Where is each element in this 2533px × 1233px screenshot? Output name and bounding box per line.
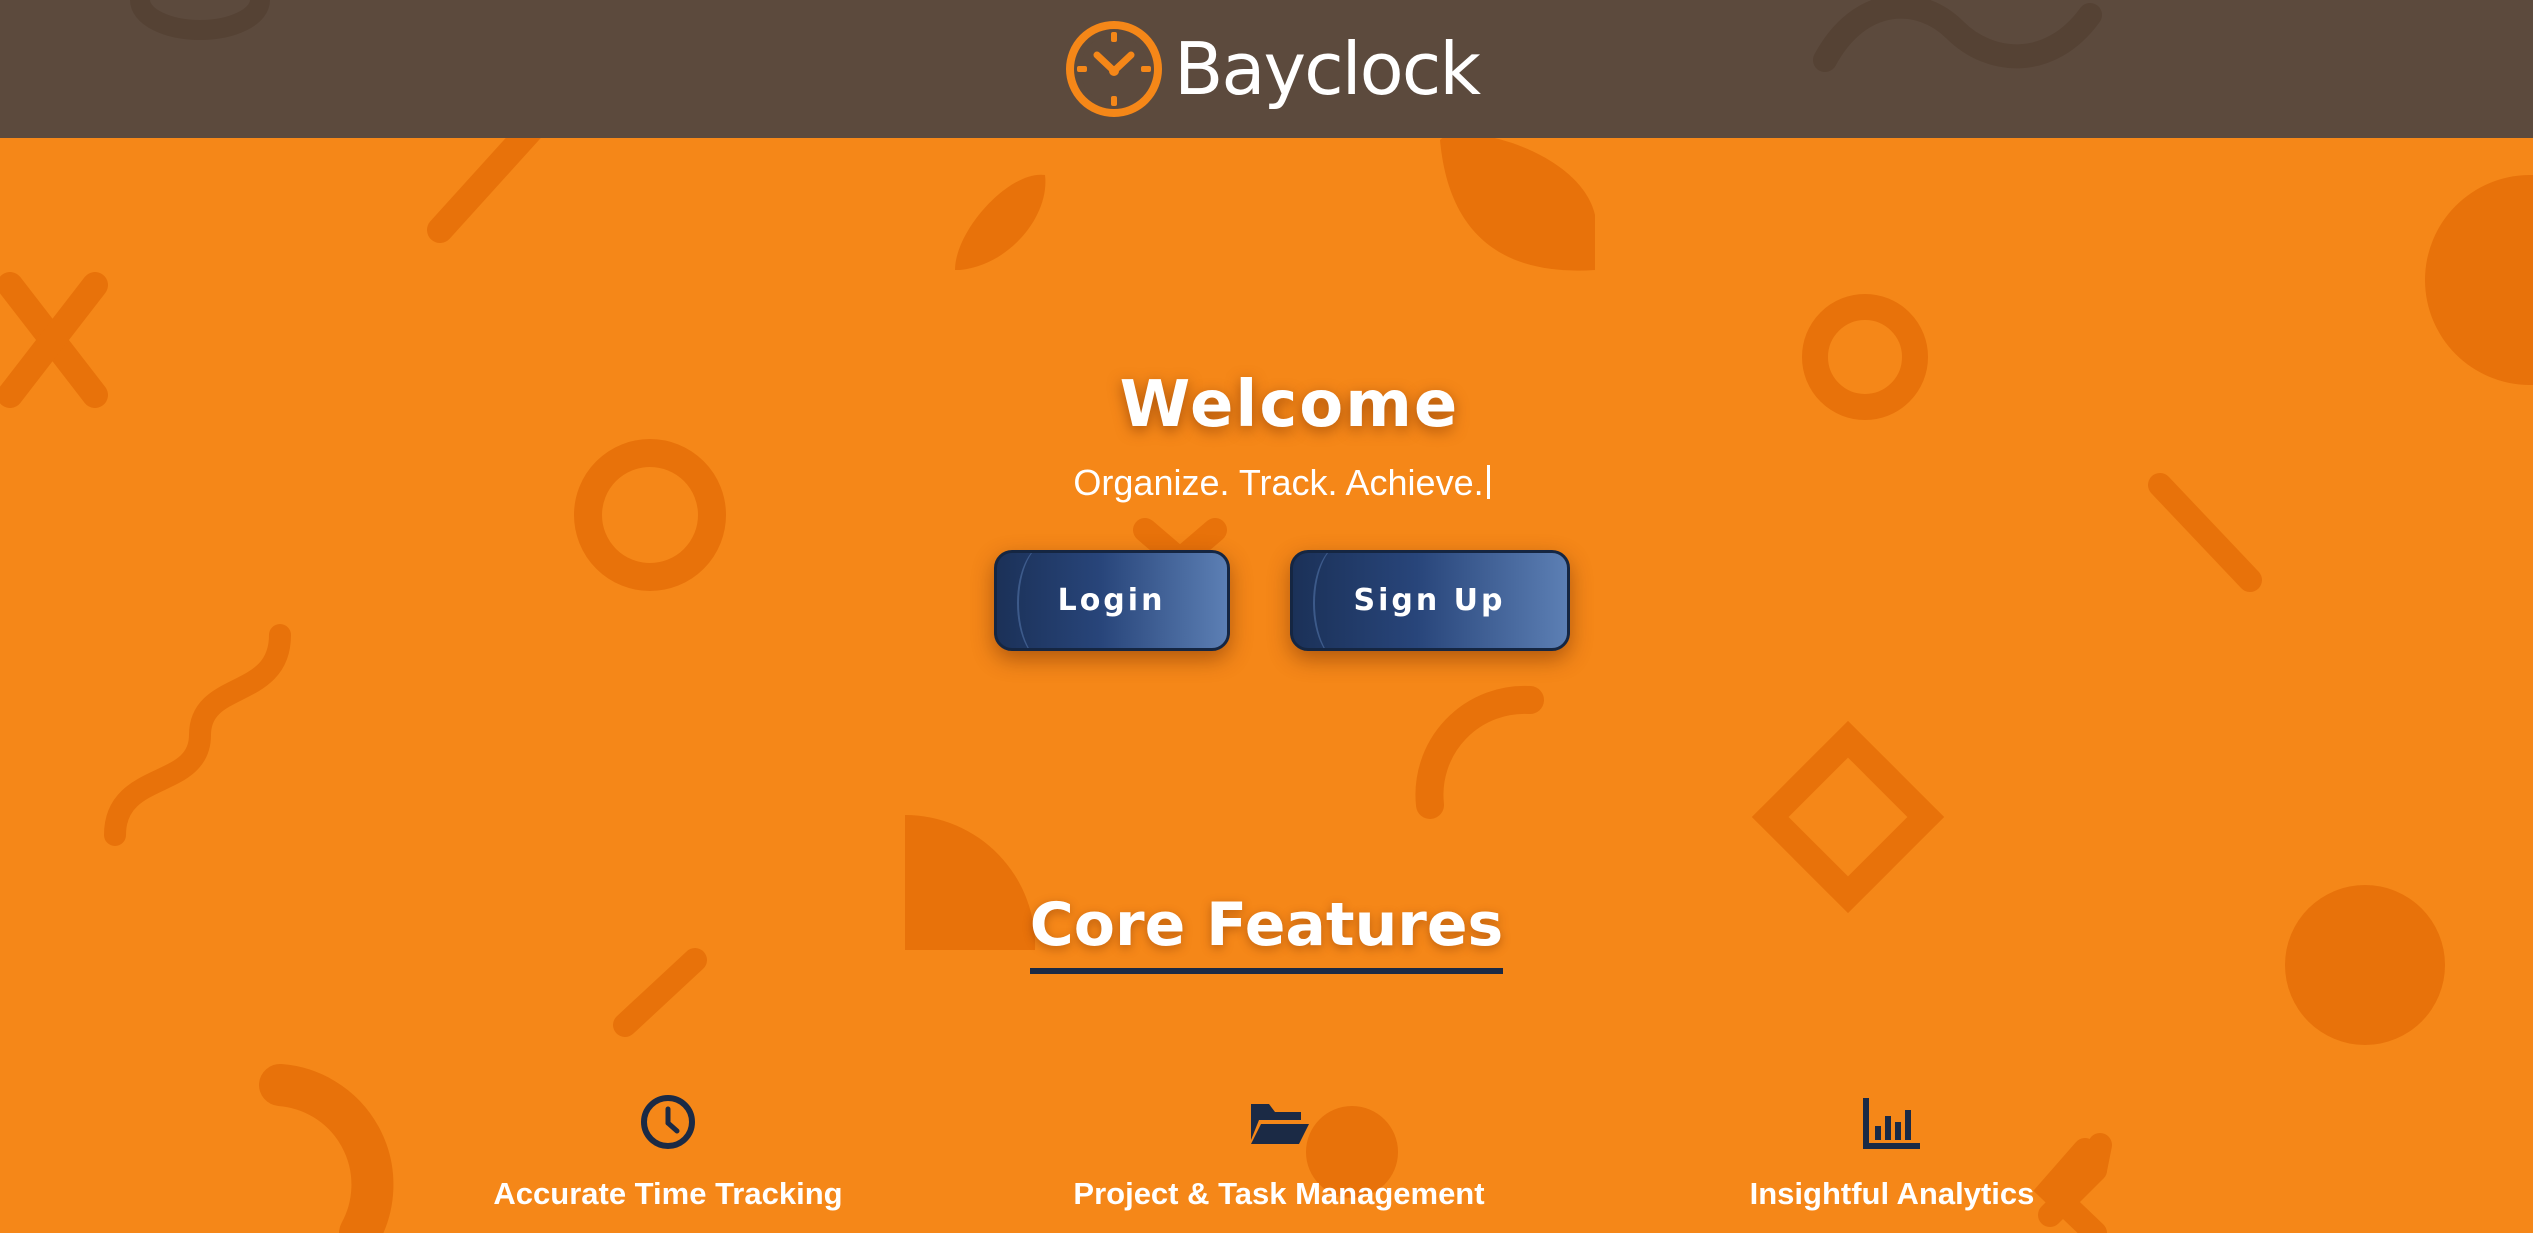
top-header: Bayclock (0, 0, 2533, 138)
bar-chart-icon (1863, 1098, 1920, 1149)
typing-cursor (1486, 465, 1490, 499)
login-button[interactable]: Login (993, 550, 1230, 651)
brand-name: Bayclock (1173, 27, 1481, 111)
clock-icon (641, 1095, 695, 1149)
feature-item-time-tracking: Accurate Time Tracking (368, 1090, 968, 1212)
feature-label: Insightful Analytics (1749, 1176, 2035, 1211)
hero-title: Welcome (1119, 368, 1460, 442)
hero-actions: Login Sign Up (30, 550, 2533, 651)
features-heading: Core Features (1029, 890, 1504, 974)
brand-logo[interactable]: Bayclock (1064, 19, 1481, 119)
login-button-label: Login (1057, 583, 1166, 618)
hero-subtitle: Organize. Track. Achieve. (1073, 462, 1484, 503)
feature-label: Project & Task Management (1073, 1176, 1485, 1211)
feature-item-project-management: Project & Task Management (979, 1090, 1579, 1212)
signup-button[interactable]: Sign Up (1289, 550, 1570, 651)
clock-icon (1065, 21, 1162, 117)
hero-section: Welcome Organize. Track. Achieve. Login … (0, 370, 2533, 651)
folder-open-icon (1251, 1104, 1309, 1144)
feature-label: Accurate Time Tracking (493, 1176, 843, 1211)
hero-tagline: Organize. Track. Achieve. (30, 460, 2533, 506)
features-heading-wrap: Core Features (0, 890, 2533, 974)
signup-button-label: Sign Up (1353, 583, 1506, 618)
feature-item-analytics: Insightful Analytics (1592, 1090, 2192, 1212)
